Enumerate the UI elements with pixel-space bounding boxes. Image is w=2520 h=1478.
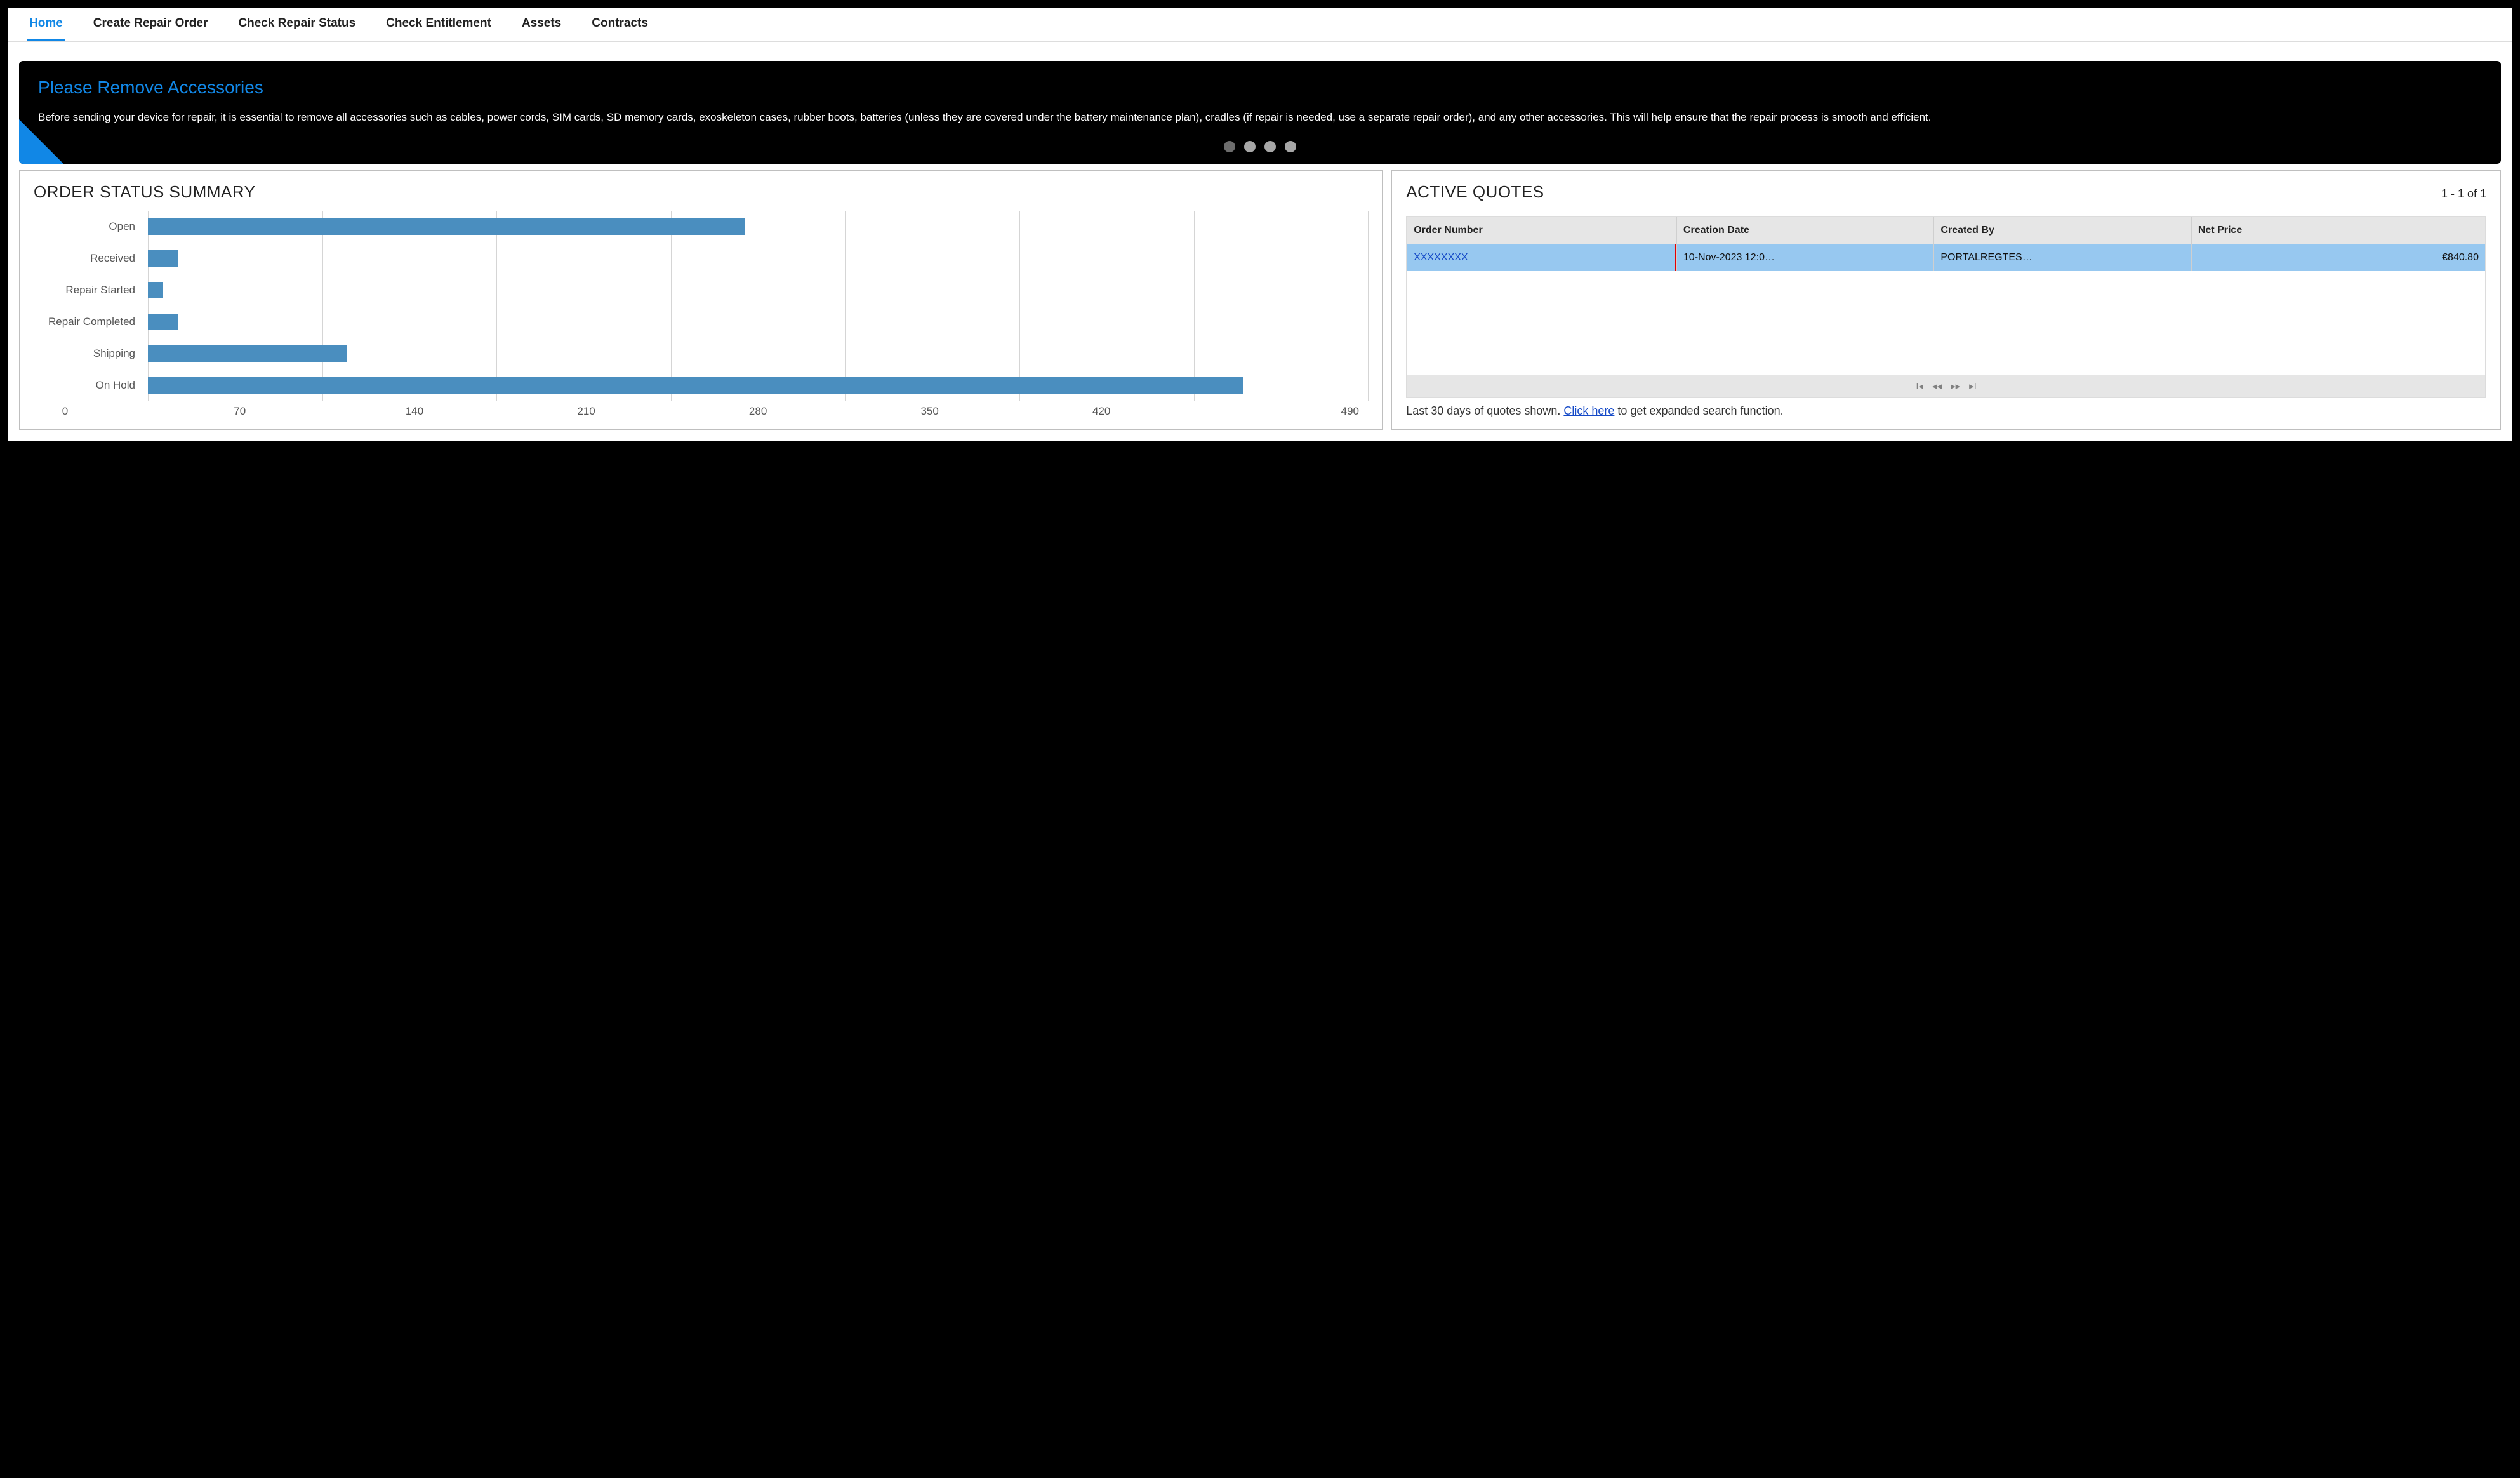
nav-create-repair-order[interactable]: Create Repair Order [91,8,211,41]
grid-line [845,211,846,401]
quotes-header-row: ACTIVE QUOTES 1 - 1 of 1 [1406,182,2486,208]
y-label-repair-completed: Repair Completed [34,306,148,338]
top-nav: Home Create Repair Order Check Repair St… [8,8,2512,42]
grid-line [1019,211,1020,401]
x-tick: 70 [234,405,406,418]
x-tick: 0 [62,405,234,418]
banner-dot-1[interactable] [1224,141,1235,152]
pager-last-icon[interactable]: ▸I [1969,380,1977,392]
bar-open [148,218,745,235]
bar-received [148,250,178,267]
y-label-repair-started: Repair Started [34,274,148,306]
grid-line [671,211,672,401]
order-status-panel: ORDER STATUS SUMMARY Open Received Repai… [19,170,1383,430]
x-tick: 350 [920,405,1092,418]
banner-body: Before sending your device for repair, i… [38,109,2482,126]
order-number-link[interactable]: XXXXXXXX [1414,252,1468,263]
grid-line [1368,211,1369,401]
info-banner: Please Remove Accessories Before sending… [19,61,2501,164]
nav-check-repair-status[interactable]: Check Repair Status [235,8,358,41]
footnote-post: to get expanded search function. [1614,404,1783,417]
grid-line [322,211,323,401]
pager-prev-icon[interactable]: ◂◂ [1932,380,1942,392]
chart-plot-area [148,211,1368,401]
col-header-creation-date[interactable]: Creation Date [1677,217,1934,244]
cell-order-number[interactable]: XXXXXXXX [1407,244,1677,271]
col-header-order-number[interactable]: Order Number [1407,217,1677,244]
bar-on-hold [148,377,1243,394]
y-label-shipping: Shipping [34,338,148,370]
pager-first-icon[interactable]: I◂ [1916,380,1923,392]
grid-line [496,211,497,401]
grid-line [148,211,149,401]
chart-x-axis: 070140210280350420490 [148,405,1368,418]
footnote-link[interactable]: Click here [1563,404,1614,417]
nav-contracts[interactable]: Contracts [589,8,651,41]
order-status-title: ORDER STATUS SUMMARY [34,182,1368,202]
y-label-on-hold: On Hold [34,370,148,401]
active-quotes-title: ACTIVE QUOTES [1406,182,1544,202]
banner-dot-3[interactable] [1264,141,1276,152]
pager-next-icon[interactable]: ▸▸ [1951,380,1960,392]
grid-line [1194,211,1195,401]
quotes-grid-header: Order Number Creation Date Created By Ne… [1407,217,2485,244]
bar-shipping [148,345,347,362]
bar-repair-started [148,282,163,298]
banner-dot-2[interactable] [1244,141,1256,152]
x-tick: 280 [749,405,921,418]
banner-title: Please Remove Accessories [38,77,2482,98]
app-root: Home Create Repair Order Check Repair St… [8,8,2512,441]
bar-repair-completed [148,314,178,330]
footnote-pre: Last 30 days of quotes shown. [1406,404,1563,417]
panels-row: ORDER STATUS SUMMARY Open Received Repai… [8,170,2512,441]
order-status-chart: Open Received Repair Started Repair Comp… [34,211,1368,401]
grid-empty-area [1407,271,2485,375]
quotes-grid-row[interactable]: XXXXXXXX 10-Nov-2023 12:0… PORTALREGTES…… [1407,244,2485,271]
quotes-pager: I◂ ◂◂ ▸▸ ▸I [1407,375,2485,397]
chart-y-labels: Open Received Repair Started Repair Comp… [34,211,148,401]
nav-check-entitlement[interactable]: Check Entitlement [383,8,494,41]
y-label-received: Received [34,243,148,274]
col-header-created-by[interactable]: Created By [1934,217,2191,244]
nav-home[interactable]: Home [27,8,65,41]
x-tick: 140 [406,405,578,418]
nav-assets[interactable]: Assets [519,8,564,41]
active-quotes-panel: ACTIVE QUOTES 1 - 1 of 1 Order Number Cr… [1391,170,2501,430]
banner-dot-4[interactable] [1285,141,1296,152]
quotes-grid: Order Number Creation Date Created By Ne… [1406,216,2486,398]
cell-creation-date: 10-Nov-2023 12:0… [1677,244,1934,271]
col-header-net-price[interactable]: Net Price [2192,217,2485,244]
quotes-footnote: Last 30 days of quotes shown. Click here… [1406,404,2486,418]
cell-created-by: PORTALREGTES… [1934,244,2191,271]
quotes-count-label: 1 - 1 of 1 [2441,187,2486,201]
y-label-open: Open [34,211,148,243]
x-tick: 420 [1092,405,1264,418]
x-tick: 210 [577,405,749,418]
cell-net-price: €840.80 [2192,244,2485,271]
x-tick: 490 [1341,405,1359,418]
banner-pagination-dots [19,141,2501,152]
